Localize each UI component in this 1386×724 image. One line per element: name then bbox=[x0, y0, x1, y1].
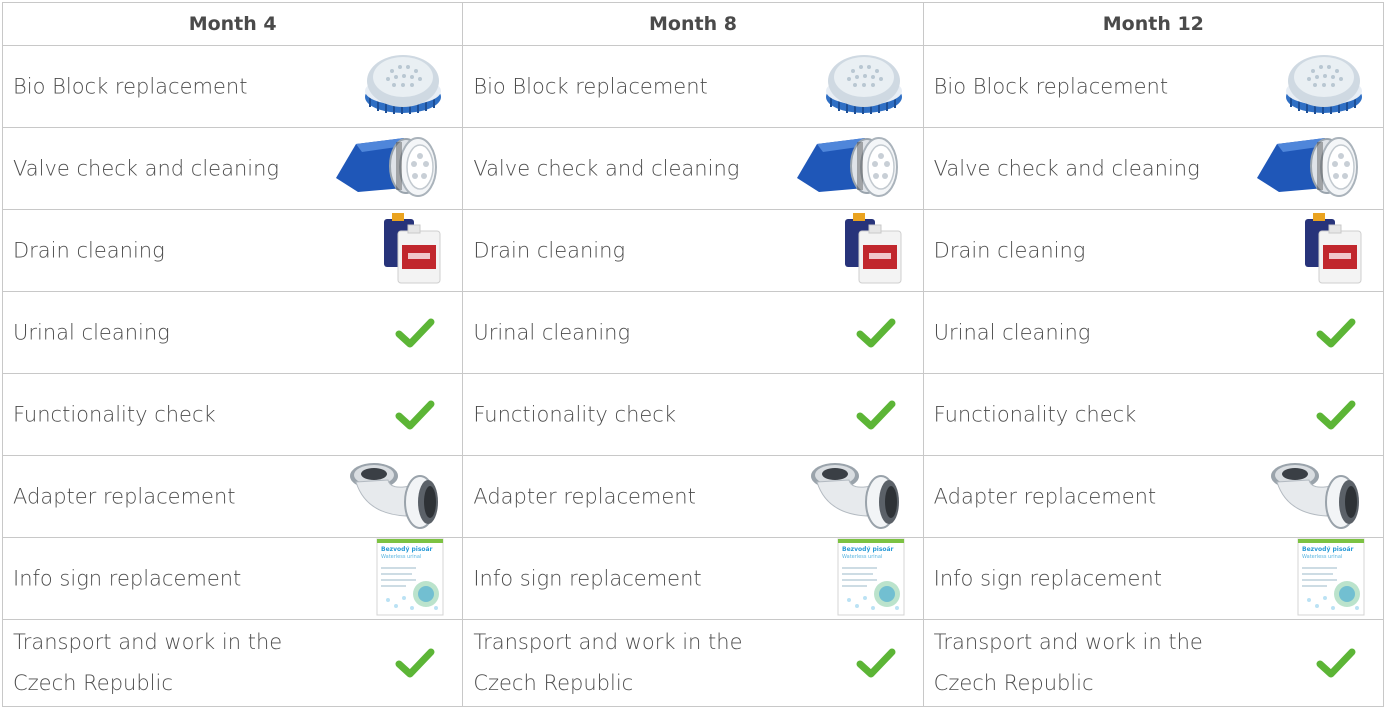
table-row: Urinal cleaning Urinal cleaning Urinal cle… bbox=[1, 291, 1385, 374]
bio-block-icon bbox=[1283, 51, 1365, 123]
table-cell: Bio Block replacement bbox=[922, 45, 1385, 128]
task-label: Functionality check bbox=[933, 402, 1137, 427]
cleaning-canister-icon bbox=[843, 212, 905, 289]
svg-text:Waterless urinal: Waterless urinal bbox=[1302, 554, 1342, 560]
table-cell: Info sign replacement Bezvodý pisoár Wat… bbox=[922, 537, 1385, 620]
adapter-icon bbox=[348, 460, 444, 534]
column-header-month-4: Month 4 bbox=[1, 2, 464, 46]
table-cell: Functionality check bbox=[1, 373, 464, 456]
table-row: Valve check and cleaning Valve check and… bbox=[1, 127, 1385, 210]
task-label: Drain cleaning bbox=[473, 238, 626, 263]
table-cell: Functionality check bbox=[922, 373, 1385, 456]
task-label: Urinal cleaning bbox=[473, 320, 631, 345]
table-cell: Valve check and cleaning bbox=[462, 127, 924, 210]
table-cell: Valve check and cleaning bbox=[1, 127, 464, 210]
table-row: Drain cleaning Drain cleaning Drain clea… bbox=[1, 209, 1385, 292]
table-cell: Urinal cleaning bbox=[1, 291, 464, 374]
table-cell: Transport and work in the Czech Republic bbox=[462, 619, 924, 707]
svg-text:Bezvodý pisoár: Bezvodý pisoár bbox=[842, 546, 894, 553]
task-label: Info sign replacement bbox=[473, 566, 702, 591]
adapter-icon bbox=[1269, 460, 1365, 534]
table-cell: Functionality check bbox=[462, 373, 924, 456]
task-label: Bio Block replacement bbox=[13, 74, 248, 99]
svg-text:Bezvodý pisoár: Bezvodý pisoár bbox=[381, 546, 433, 553]
valve-icon bbox=[795, 134, 905, 204]
task-label: Urinal cleaning bbox=[933, 320, 1091, 345]
adapter-icon bbox=[809, 460, 905, 534]
task-label: Functionality check bbox=[13, 402, 216, 427]
info-sign-icon: Bezvodý pisoár Waterless urinal bbox=[1297, 538, 1365, 620]
table-row: Bio Block replacement Bio Block replacem… bbox=[1, 45, 1385, 128]
info-sign-icon: Bezvodý pisoár Waterless urinal bbox=[837, 538, 905, 620]
table-cell: Transport and work in the Czech Republic bbox=[1, 619, 464, 707]
table-cell: Adapter replacement bbox=[462, 455, 924, 538]
table-cell: Bio Block replacement bbox=[1, 45, 464, 128]
table-cell: Drain cleaning bbox=[1, 209, 464, 292]
header-row: Month 4 Month 8 Month 12 bbox=[1, 2, 1385, 46]
task-label: Adapter replacement bbox=[473, 484, 696, 509]
task-label: Transport and work in the Czech Republic bbox=[13, 630, 283, 695]
table-cell: Transport and work in the Czech Republic bbox=[922, 619, 1385, 707]
task-label: Valve check and cleaning bbox=[933, 156, 1200, 181]
task-label: Drain cleaning bbox=[13, 238, 165, 263]
bio-block-icon bbox=[362, 51, 444, 123]
task-label: Adapter replacement bbox=[933, 484, 1157, 509]
svg-text:Bezvodý pisoár: Bezvodý pisoár bbox=[1302, 546, 1354, 553]
task-label: Functionality check bbox=[473, 402, 677, 427]
table-cell: Bio Block replacement bbox=[462, 45, 924, 128]
svg-text:Waterless urinal: Waterless urinal bbox=[842, 554, 882, 560]
task-label: Adapter replacement bbox=[13, 484, 236, 509]
valve-icon bbox=[334, 134, 444, 204]
task-label: Info sign replacement bbox=[933, 566, 1162, 591]
valve-icon bbox=[1255, 134, 1365, 204]
task-label: Bio Block replacement bbox=[473, 74, 708, 99]
task-label: Bio Block replacement bbox=[933, 74, 1169, 99]
info-sign-icon: Bezvodý pisoár Waterless urinal bbox=[376, 538, 444, 620]
table-cell: Drain cleaning bbox=[462, 209, 924, 292]
table-row: Functionality check Functionality check Fu… bbox=[1, 373, 1385, 456]
task-label: Valve check and cleaning bbox=[13, 156, 280, 181]
bio-block-icon bbox=[823, 51, 905, 123]
task-label: Transport and work in the Czech Republic bbox=[473, 630, 743, 695]
task-label: Urinal cleaning bbox=[13, 320, 170, 345]
table-cell: Urinal cleaning bbox=[462, 291, 924, 374]
table-cell: Drain cleaning bbox=[922, 209, 1385, 292]
table-cell: Valve check and cleaning bbox=[922, 127, 1385, 210]
task-label: Info sign replacement bbox=[13, 566, 242, 591]
service-schedule-table: Month 4 Month 8 Month 12 Bio Block repla… bbox=[1, 2, 1385, 707]
task-label: Drain cleaning bbox=[933, 238, 1086, 263]
table-cell: Info sign replacement Bezvodý pisoár Wat… bbox=[1, 537, 464, 620]
table-cell: Adapter replacement bbox=[922, 455, 1385, 538]
task-label: Valve check and cleaning bbox=[473, 156, 740, 181]
table-row: Info sign replacement Bezvodý pisoár Wat… bbox=[1, 537, 1385, 620]
table-row: Adapter replacement Adapter replacement … bbox=[1, 455, 1385, 538]
svg-text:Waterless urinal: Waterless urinal bbox=[381, 554, 421, 560]
task-label: Transport and work in the Czech Republic bbox=[933, 630, 1203, 695]
table-cell: Urinal cleaning bbox=[922, 291, 1385, 374]
cleaning-canister-icon bbox=[1303, 212, 1365, 289]
table-cell: Info sign replacement Bezvodý pisoár Wat… bbox=[462, 537, 924, 620]
table-row: Transport and work in the Czech Republic… bbox=[1, 619, 1385, 707]
column-header-month-12: Month 12 bbox=[922, 2, 1385, 46]
cleaning-canister-icon bbox=[382, 212, 444, 289]
column-header-month-8: Month 8 bbox=[462, 2, 924, 46]
table-cell: Adapter replacement bbox=[1, 455, 464, 538]
